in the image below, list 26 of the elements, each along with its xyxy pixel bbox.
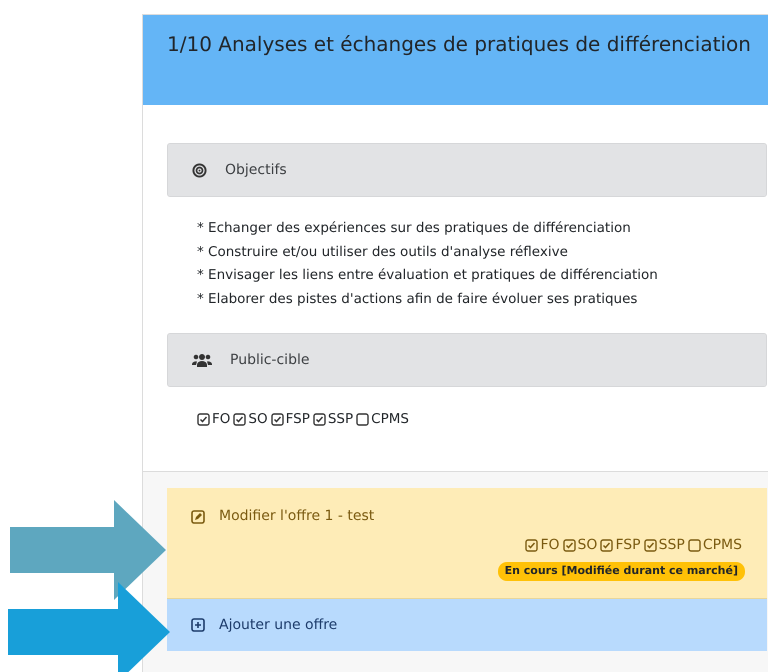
checkbox-label: SSP	[328, 410, 354, 429]
checkbox-label: SSP	[658, 536, 685, 555]
offer-item[interactable]: Modifier l'offre 1 - test FO SO FSP SSP CPMS En cours [Modifiée durant ce marché]	[167, 488, 767, 598]
section-title: Public-cible	[230, 350, 310, 370]
objective-text: * Elaborer des pistes d'actions afin de faire évoluer ses pratiques	[197, 290, 638, 308]
checkbox-label: CPMS	[702, 536, 742, 555]
checkbox-label: SO	[578, 536, 598, 555]
checkbox-label: CPMS	[371, 410, 409, 429]
checkbox-label: FSP	[286, 410, 310, 429]
status-badge: En cours [Modifiée durant ce marché]	[498, 562, 745, 580]
people-icon	[192, 353, 212, 367]
checkbox-label: SO	[248, 410, 268, 429]
checkbox-label: FO	[540, 536, 560, 555]
plus-icon	[191, 618, 205, 632]
checkbox-label: FSP	[615, 536, 641, 555]
offer-label: Modifier l'offre 1 - test	[219, 507, 374, 526]
target-icon	[192, 162, 207, 178]
section-title: Objectifs	[225, 160, 287, 180]
objective-text: * Echanger des expériences sur des pratiques de différenciation	[197, 219, 632, 238]
add-offer-label: Ajouter une offre	[219, 616, 338, 634]
objective-text: * Construire et/ou utiliser des outils d'analyse réflexive	[197, 242, 569, 262]
objective-text: * Envisager les liens entre évaluation et pratiques de différenciation	[197, 266, 659, 285]
card-title: 1/10 Analyses et échanges de pratiques de différenciation	[167, 32, 751, 56]
checkbox-label: FO	[212, 410, 230, 429]
edit-icon	[191, 510, 205, 524]
add-offer-item[interactable]: Ajouter une offre	[167, 598, 767, 651]
